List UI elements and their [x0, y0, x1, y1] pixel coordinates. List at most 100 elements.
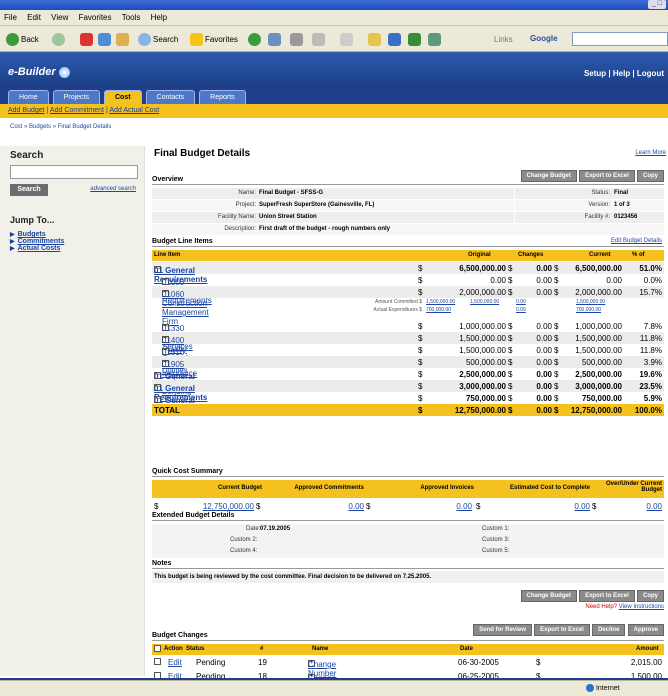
forward-button[interactable]: [52, 31, 65, 47]
add-actual-cost-link[interactable]: Add Actual Cost: [109, 107, 159, 114]
line-item-original: 0.00: [490, 276, 506, 285]
mail-button[interactable]: [268, 31, 281, 47]
overview-section: Overview Change Budget Export to Excel C…: [152, 170, 664, 235]
line-items-total: TOTAL $12,750,000.00 $0.00 $12,750,000.00 10…: [152, 404, 664, 416]
line-item-row: +01905 Insurance and Bonding$500,000.00$…: [152, 356, 664, 396]
qcs-approved-invoices[interactable]: 0.00: [428, 502, 472, 511]
line-item-changes: 0.00: [536, 370, 552, 379]
google-search-input[interactable]: [572, 32, 668, 46]
research-button[interactable]: [408, 31, 421, 47]
menu-tools[interactable]: Tools: [118, 10, 145, 25]
export-excel-changes-button[interactable]: Export to Excel: [534, 624, 590, 636]
line-item-changes: 0.00: [536, 276, 552, 285]
qcs-estimated-cost[interactable]: 0.00: [546, 502, 590, 511]
line-item-changes: 0.00: [536, 322, 552, 331]
add-commitment-link[interactable]: Add Commitment: [50, 107, 104, 114]
budget-changes-section: Budget Changes Send for Review Export to…: [152, 624, 664, 678]
line-item-original: 6,500,000.00: [459, 264, 506, 273]
breadcrumb[interactable]: Cost » Budgets » Final Budget Details: [10, 124, 111, 130]
edit-link[interactable]: Edit: [168, 672, 182, 678]
messenger-button[interactable]: [388, 31, 401, 47]
menu-edit[interactable]: Edit: [23, 10, 45, 25]
row-checkbox[interactable]: [154, 658, 161, 665]
copy-button[interactable]: Copy: [637, 170, 664, 182]
sidebar-search-input[interactable]: [10, 165, 138, 179]
overview-row-facility: Facility Name: Union Street Station Faci…: [152, 212, 664, 223]
jump-budgets-link[interactable]: Budgets: [0, 231, 144, 238]
page-title: Final Budget Details: [154, 148, 251, 159]
qcs-over-under[interactable]: 0.00: [618, 502, 662, 511]
advanced-search-link[interactable]: advanced search: [90, 186, 136, 192]
notes-section: Notes This budget is being reviewed by t…: [152, 560, 664, 583]
history-button[interactable]: [248, 31, 261, 47]
view-instructions-link[interactable]: View Instructions: [619, 604, 664, 610]
sidebar-search-button[interactable]: Search: [10, 184, 48, 196]
ext-title: Extended Budget Details: [152, 512, 664, 521]
select-all-checkbox[interactable]: [154, 645, 161, 652]
jump-commitments-link[interactable]: Commitments: [0, 238, 144, 245]
line-item-row: +01000 General Requirements$0.00$0.00$0.…: [162, 276, 662, 305]
links-label[interactable]: Links: [494, 31, 513, 47]
search-icon: [138, 32, 151, 46]
home-button[interactable]: [116, 31, 129, 47]
print-button[interactable]: [290, 31, 303, 47]
export-excel-button[interactable]: Export to Excel: [579, 170, 635, 182]
export-excel-button-2[interactable]: Export to Excel: [579, 590, 635, 602]
folder-button[interactable]: [368, 31, 381, 47]
line-item-original: 500,000.00: [465, 358, 506, 367]
qcs-current-budget[interactable]: 12,750,000.00: [202, 502, 254, 511]
menu-view[interactable]: View: [47, 10, 72, 25]
qcs-approved-commitments[interactable]: 0.00: [320, 502, 364, 511]
tab-home[interactable]: Home: [8, 90, 49, 104]
line-item-changes: 0.00: [536, 334, 552, 343]
discuss-button[interactable]: [340, 31, 353, 47]
copy-button-2[interactable]: Copy: [637, 590, 664, 602]
tools-button[interactable]: [428, 31, 441, 47]
learn-more-link[interactable]: Learn More: [635, 150, 666, 156]
line-item-current: 1,000,000.00: [575, 322, 622, 331]
back-arrow-icon: [6, 32, 19, 46]
back-button[interactable]: Back: [6, 31, 39, 47]
edit-budget-details-link[interactable]: Edit Budget Details: [611, 238, 662, 244]
add-budget-link[interactable]: Add Budget: [8, 107, 45, 114]
top-links[interactable]: Setup | Help | Logout: [584, 69, 664, 78]
line-item-original: 2,000,000.00: [459, 288, 506, 297]
decline-button[interactable]: Decline: [592, 624, 626, 636]
line-item-current: 2,500,000.00: [575, 370, 622, 379]
favorites-button[interactable]: Favorites: [190, 31, 238, 47]
line-item-original: 2,500,000.00: [459, 370, 506, 379]
change-budget-button-2[interactable]: Change Budget: [520, 590, 577, 602]
line-item-current: 750,000.00: [581, 394, 622, 403]
menu-help[interactable]: Help: [147, 10, 171, 25]
line-item-current: 1,500,000.00: [575, 334, 622, 343]
line-item-current: 0.00: [606, 276, 622, 285]
search-button[interactable]: Search: [138, 31, 178, 47]
send-review-button[interactable]: Send for Review: [473, 624, 532, 636]
edit-icon: [312, 32, 325, 46]
row-checkbox[interactable]: [154, 672, 161, 678]
quick-cost-summary: Quick Cost Summary Current Budget Approv…: [152, 468, 664, 511]
app-header: e-Builder Setup | Help | Logout: [0, 52, 668, 86]
tab-reports[interactable]: Reports: [199, 90, 246, 104]
jump-actual-costs-link[interactable]: Actual Costs: [0, 245, 144, 252]
change-name-link[interactable]: Change Number 18: [308, 674, 336, 678]
research-icon: [408, 32, 421, 46]
edit-page-button[interactable]: [312, 31, 325, 47]
tab-cost[interactable]: Cost: [103, 90, 142, 104]
menu-favorites[interactable]: Favorites: [75, 10, 116, 25]
edit-link[interactable]: Edit: [168, 658, 182, 667]
approve-button[interactable]: Approve: [627, 624, 664, 636]
bottom-buttons: Change Budget Export to Excel Copy: [520, 590, 664, 602]
tab-contacts[interactable]: Contacts: [145, 90, 196, 104]
tab-projects[interactable]: Projects: [52, 90, 100, 104]
forward-arrow-icon: [52, 32, 65, 46]
line-item-changes: 0.00: [536, 382, 552, 391]
qcs-header: Current Budget Approved Commitments Appr…: [152, 480, 664, 498]
line-item-original: 1,000,000.00: [459, 322, 506, 331]
menu-file[interactable]: File: [0, 10, 21, 25]
window-control-buttons[interactable]: _ □: [648, 0, 666, 9]
refresh-button[interactable]: [98, 31, 111, 47]
line-item-percent: 15.7%: [639, 288, 662, 297]
stop-button[interactable]: [80, 31, 93, 47]
change-budget-button[interactable]: Change Budget: [520, 170, 577, 182]
